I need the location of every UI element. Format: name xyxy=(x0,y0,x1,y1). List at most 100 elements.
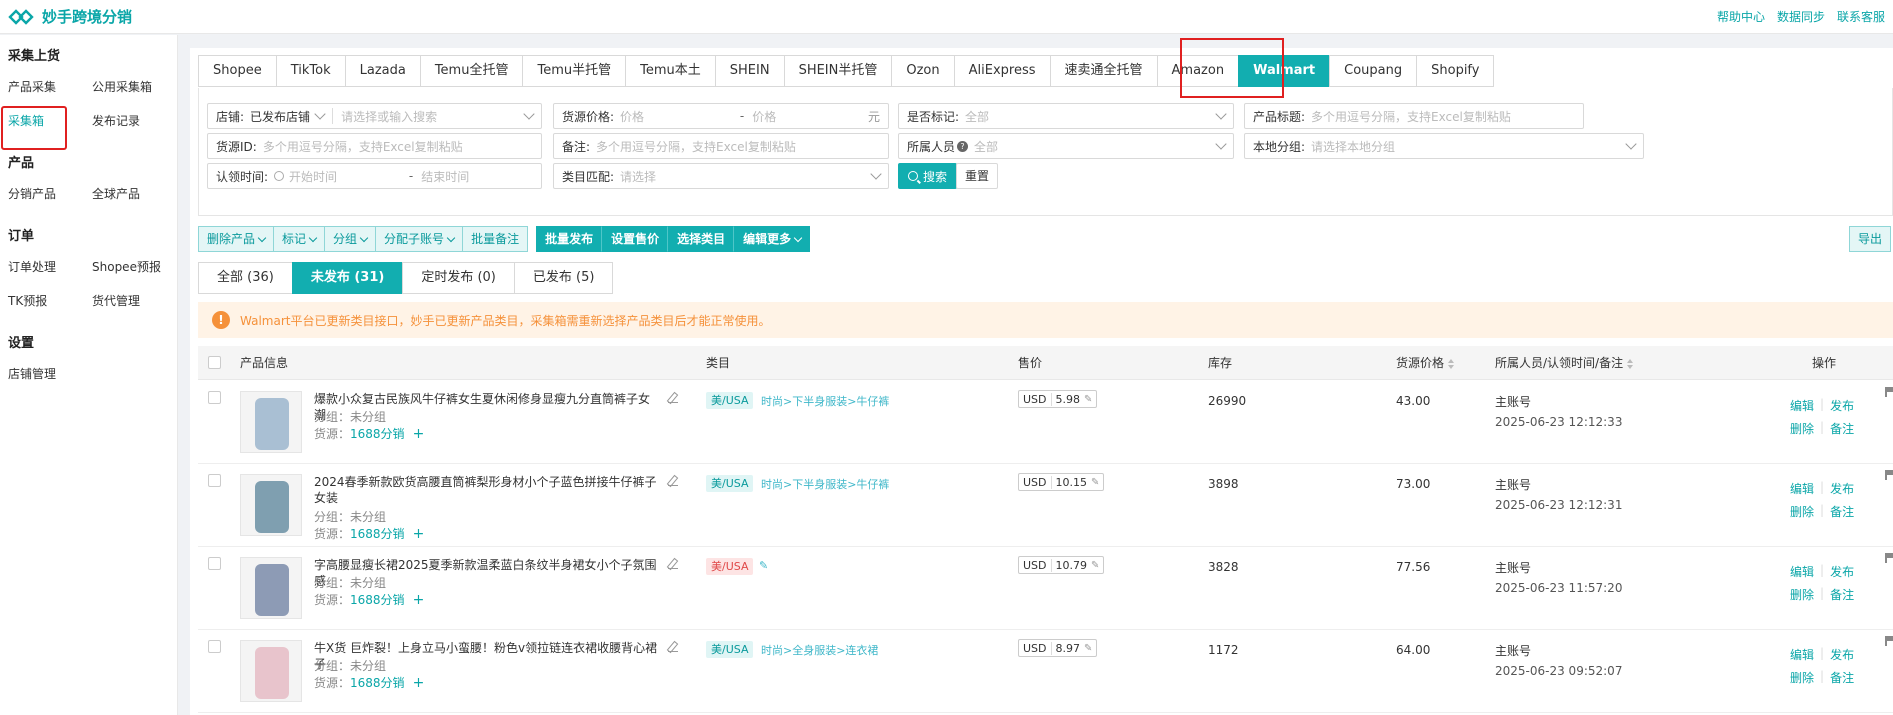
publish-link[interactable]: 发布 xyxy=(1830,397,1854,414)
delete-link[interactable]: 删除 xyxy=(1790,503,1814,520)
sidebar-item-tk-forecast[interactable]: TK预报 xyxy=(0,284,84,318)
flag-icon[interactable] xyxy=(1885,636,1893,646)
source-price-range[interactable]: 货源价格: 价格 - 价格 元 xyxy=(553,103,889,129)
edit-price-icon[interactable]: ✎ xyxy=(1091,477,1103,488)
price-field[interactable]: USD 8.97 ✎ xyxy=(1018,639,1098,657)
contact-support-link[interactable]: 联系客服 xyxy=(1837,8,1885,25)
sidebar-item-publish-records[interactable]: 发布记录 xyxy=(84,104,178,138)
tab-temu-local[interactable]: Temu本土 xyxy=(625,55,715,87)
product-thumbnail[interactable] xyxy=(240,391,302,453)
owner-select[interactable]: 所属人员 ? 全部 xyxy=(898,133,1234,159)
row-checkbox[interactable] xyxy=(208,474,221,487)
tab-shopify[interactable]: Shopify xyxy=(1416,55,1495,87)
edit-title-icon[interactable] xyxy=(668,393,678,403)
tab-all[interactable]: 全部 (36) xyxy=(198,262,292,294)
tab-lazada[interactable]: Lazada xyxy=(344,55,420,87)
tab-amazon[interactable]: Amazon xyxy=(1156,55,1239,87)
edit-link[interactable]: 编辑 xyxy=(1790,480,1814,497)
delete-product-button[interactable]: 删除产品 xyxy=(198,226,274,252)
batch-publish-button[interactable]: 批量发布 xyxy=(536,226,603,252)
flag-icon[interactable] xyxy=(1885,470,1893,480)
edit-price-icon[interactable]: ✎ xyxy=(1084,643,1096,654)
row-checkbox[interactable] xyxy=(208,557,221,570)
product-title[interactable]: 2024春季新款欧货高腰直筒裤梨形身材小个子蓝色拼接牛仔裤子女装 xyxy=(314,474,659,506)
tab-shopee[interactable]: Shopee xyxy=(198,55,276,87)
delete-link[interactable]: 删除 xyxy=(1790,669,1814,686)
edit-price-icon[interactable]: ✎ xyxy=(1084,394,1096,405)
product-thumbnail[interactable] xyxy=(240,640,302,702)
edit-title-icon[interactable] xyxy=(668,642,678,652)
tab-shein-semi[interactable]: SHEIN半托管 xyxy=(783,55,892,87)
row-checkbox[interactable] xyxy=(208,640,221,653)
category-path[interactable]: 时尚>全身服装>连衣裙 xyxy=(761,642,878,658)
tab-coupang[interactable]: Coupang xyxy=(1329,55,1417,87)
tab-aliexpress[interactable]: AliExpress xyxy=(953,55,1050,87)
store-select[interactable]: 店铺: 已发布店铺 请选择或输入搜索 xyxy=(207,103,542,129)
price-from-input[interactable]: 价格 xyxy=(620,108,732,125)
tab-walmart[interactable]: Walmart xyxy=(1238,55,1330,87)
assign-subaccount-button[interactable]: 分配子账号 xyxy=(375,226,463,252)
category-match-select[interactable]: 类目匹配: 请选择 xyxy=(553,163,889,189)
tab-scheduled[interactable]: 定时发布 (0) xyxy=(402,262,514,294)
header-source-price[interactable]: 货源价格 xyxy=(1396,346,1455,380)
claim-time-range[interactable]: 认领时间: 开始时间 - 结束时间 xyxy=(207,163,542,189)
source-link[interactable]: 1688分销 xyxy=(350,427,405,441)
note-input[interactable]: 备注: 多个用逗号分隔，支持Excel复制粘贴 xyxy=(553,133,889,159)
add-source-icon[interactable]: + xyxy=(413,675,425,691)
add-source-icon[interactable]: + xyxy=(413,526,425,542)
delete-link[interactable]: 删除 xyxy=(1790,586,1814,603)
edit-more-button[interactable]: 编辑更多 xyxy=(734,226,811,252)
row-checkbox[interactable] xyxy=(208,391,221,404)
sidebar-item-product-collect[interactable]: 产品采集 xyxy=(0,70,84,104)
sidebar-item-order-processing[interactable]: 订单处理 xyxy=(0,250,84,284)
publish-link[interactable]: 发布 xyxy=(1830,480,1854,497)
delete-link[interactable]: 删除 xyxy=(1790,420,1814,437)
note-link[interactable]: 备注 xyxy=(1830,586,1854,603)
reset-button[interactable]: 重置 xyxy=(956,163,999,189)
sidebar-item-distribution-products[interactable]: 分销产品 xyxy=(0,177,84,211)
local-group-select[interactable]: 本地分组: 请选择本地分组 xyxy=(1244,133,1644,159)
edit-link[interactable]: 编辑 xyxy=(1790,397,1814,414)
header-owner-time-note[interactable]: 所属人员/认领时间/备注 xyxy=(1495,346,1634,380)
tab-temu-semi[interactable]: Temu半托管 xyxy=(522,55,626,87)
batch-note-button[interactable]: 批量备注 xyxy=(462,226,529,252)
help-center-link[interactable]: 帮助中心 xyxy=(1717,8,1765,25)
edit-category-icon[interactable]: ✎ xyxy=(759,559,768,572)
sidebar-item-shopee-forecast[interactable]: Shopee预报 xyxy=(84,250,178,284)
sidebar-item-store-management[interactable]: 店铺管理 xyxy=(0,357,84,391)
edit-title-icon[interactable] xyxy=(668,476,678,486)
price-field[interactable]: USD 5.98 ✎ xyxy=(1018,390,1098,408)
source-link[interactable]: 1688分销 xyxy=(350,527,405,541)
set-price-button[interactable]: 设置售价 xyxy=(602,226,669,252)
edit-title-icon[interactable] xyxy=(668,559,678,569)
select-category-button[interactable]: 选择类目 xyxy=(668,226,735,252)
product-thumbnail[interactable] xyxy=(240,557,302,619)
tab-shein[interactable]: SHEIN xyxy=(714,55,784,87)
product-thumbnail[interactable] xyxy=(240,474,302,536)
source-id-input[interactable]: 货源ID: 多个用逗号分隔，支持Excel复制粘贴 xyxy=(207,133,542,159)
group-button[interactable]: 分组 xyxy=(324,226,376,252)
sidebar-item-public-collect-box[interactable]: 公用采集箱 xyxy=(84,70,178,104)
flag-icon[interactable] xyxy=(1885,387,1893,397)
tab-tiktok[interactable]: TikTok xyxy=(275,55,345,87)
edit-link[interactable]: 编辑 xyxy=(1790,563,1814,580)
data-sync-link[interactable]: 数据同步 xyxy=(1777,8,1825,25)
flag-icon[interactable] xyxy=(1885,553,1893,563)
tab-temu-full[interactable]: Temu全托管 xyxy=(419,55,523,87)
export-button[interactable]: 导出 xyxy=(1848,226,1891,252)
select-all-checkbox[interactable] xyxy=(208,356,221,369)
claim-start-input[interactable]: 开始时间 xyxy=(289,168,401,185)
sidebar-item-forwarder-management[interactable]: 货代管理 xyxy=(84,284,178,318)
add-source-icon[interactable]: + xyxy=(413,592,425,608)
claim-end-input[interactable]: 结束时间 xyxy=(421,168,533,185)
tab-unpublished[interactable]: 未发布 (31) xyxy=(291,262,403,294)
marked-select[interactable]: 是否标记: 全部 xyxy=(898,103,1234,129)
note-link[interactable]: 备注 xyxy=(1830,420,1854,437)
source-link[interactable]: 1688分销 xyxy=(350,676,405,690)
brand[interactable]: 妙手跨境分销 xyxy=(8,6,132,27)
add-source-icon[interactable]: + xyxy=(413,426,425,442)
product-title-input[interactable]: 产品标题: 多个用逗号分隔，支持Excel复制粘贴 xyxy=(1244,103,1584,129)
edit-price-icon[interactable]: ✎ xyxy=(1091,560,1103,571)
mark-button[interactable]: 标记 xyxy=(273,226,325,252)
publish-link[interactable]: 发布 xyxy=(1830,646,1854,663)
